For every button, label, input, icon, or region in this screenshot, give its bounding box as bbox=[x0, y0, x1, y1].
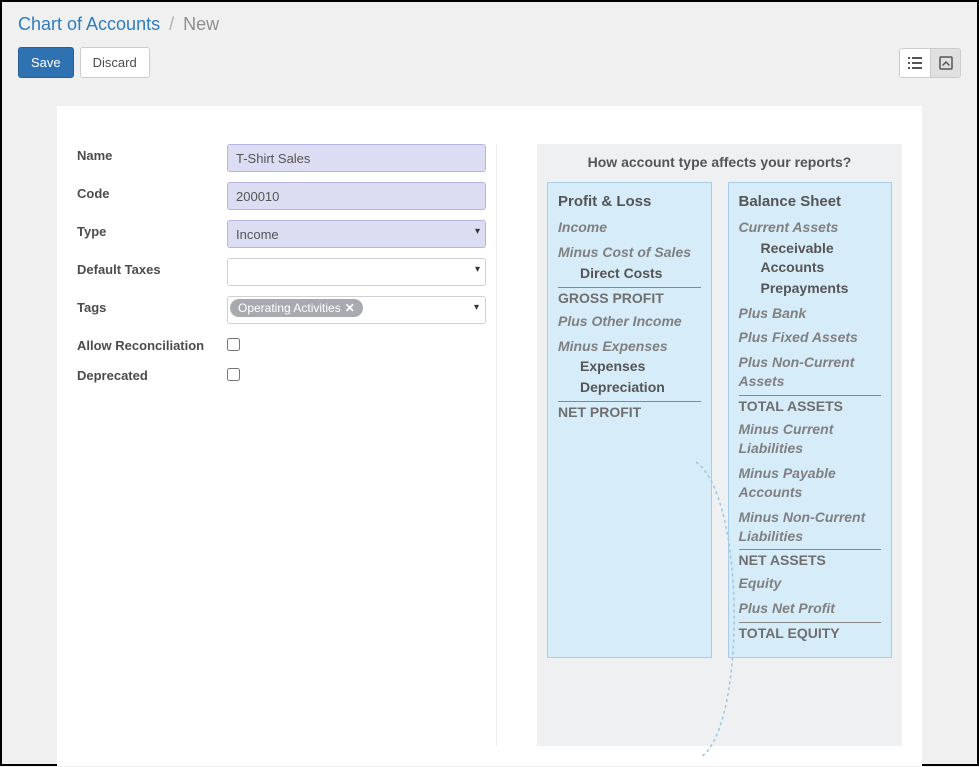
bs-plus-net-profit: Plus Net Profit bbox=[739, 599, 882, 618]
pl-minus-expenses: Minus Expenses bbox=[558, 337, 701, 356]
bs-title: Balance Sheet bbox=[739, 193, 882, 210]
bs-equity: Equity bbox=[739, 574, 882, 593]
tag-chip-label: Operating Activities bbox=[238, 301, 341, 315]
default-taxes-select[interactable] bbox=[227, 258, 486, 286]
pl-gross-profit: GROSS PROFIT bbox=[558, 290, 701, 306]
divider bbox=[739, 395, 882, 396]
form-view-icon[interactable] bbox=[930, 49, 960, 77]
divider bbox=[558, 401, 701, 402]
list-view-icon[interactable] bbox=[900, 49, 930, 77]
tag-remove-icon[interactable]: ✕ bbox=[345, 301, 355, 315]
pl-income: Income bbox=[558, 218, 701, 237]
profit-loss-panel: Profit & Loss Income Minus Cost of Sales… bbox=[547, 182, 712, 658]
info-title: How account type affects your reports? bbox=[547, 154, 892, 170]
label-default-taxes: Default Taxes bbox=[77, 258, 227, 286]
bs-plus-noncurrent: Plus Non-Current Assets bbox=[739, 353, 882, 391]
bs-minus-payable: Minus Payable Accounts bbox=[739, 464, 882, 502]
tag-chip: Operating Activities ✕ bbox=[230, 299, 363, 317]
bs-plus-bank: Plus Bank bbox=[739, 304, 882, 323]
divider bbox=[739, 622, 882, 623]
breadcrumb: Chart of Accounts / New bbox=[18, 14, 961, 35]
bs-receivable: Receivable Accounts bbox=[761, 239, 882, 277]
pl-direct-costs: Direct Costs bbox=[580, 264, 701, 283]
form-sheet: Name Code Type Default Taxes Tags Operat… bbox=[57, 106, 922, 766]
save-button[interactable]: Save bbox=[18, 47, 74, 78]
pl-plus-other-income: Plus Other Income bbox=[558, 312, 701, 331]
allow-reconciliation-checkbox[interactable] bbox=[227, 338, 240, 351]
pl-expenses: Expenses bbox=[580, 357, 701, 376]
pl-minus-cos: Minus Cost of Sales bbox=[558, 243, 701, 262]
deprecated-checkbox[interactable] bbox=[227, 368, 240, 381]
bs-total-equity: TOTAL EQUITY bbox=[739, 625, 882, 641]
breadcrumb-current: New bbox=[183, 14, 219, 34]
bs-net-assets: NET ASSETS bbox=[739, 552, 882, 568]
tags-select[interactable]: Operating Activities ✕ bbox=[227, 296, 486, 324]
name-field[interactable] bbox=[227, 144, 486, 172]
bs-current-assets: Current Assets bbox=[739, 218, 882, 237]
bs-total-assets: TOTAL ASSETS bbox=[739, 398, 882, 414]
balance-sheet-panel: Balance Sheet Current Assets Receivable … bbox=[728, 182, 893, 658]
breadcrumb-parent-link[interactable]: Chart of Accounts bbox=[18, 14, 160, 34]
label-allow-reconciliation: Allow Reconciliation bbox=[77, 334, 227, 354]
breadcrumb-separator: / bbox=[169, 14, 174, 34]
code-field[interactable] bbox=[227, 182, 486, 210]
label-code: Code bbox=[77, 182, 227, 210]
label-type: Type bbox=[77, 220, 227, 248]
info-panel: How account type affects your reports? P… bbox=[537, 144, 902, 746]
bs-prepayments: Prepayments bbox=[761, 279, 882, 298]
label-deprecated: Deprecated bbox=[77, 364, 227, 384]
discard-button[interactable]: Discard bbox=[80, 47, 150, 78]
divider bbox=[739, 549, 882, 550]
bs-minus-noncurrent-liab: Minus Non-Current Liabilities bbox=[739, 508, 882, 546]
bs-plus-fixed: Plus Fixed Assets bbox=[739, 328, 882, 347]
type-select[interactable] bbox=[227, 220, 486, 248]
bs-minus-current-liab: Minus Current Liabilities bbox=[739, 420, 882, 458]
pl-depreciation: Depreciation bbox=[580, 378, 701, 397]
label-name: Name bbox=[77, 144, 227, 172]
label-tags: Tags bbox=[77, 296, 227, 324]
divider bbox=[558, 287, 701, 288]
pl-net-profit: NET PROFIT bbox=[558, 404, 701, 420]
pl-title: Profit & Loss bbox=[558, 193, 701, 210]
